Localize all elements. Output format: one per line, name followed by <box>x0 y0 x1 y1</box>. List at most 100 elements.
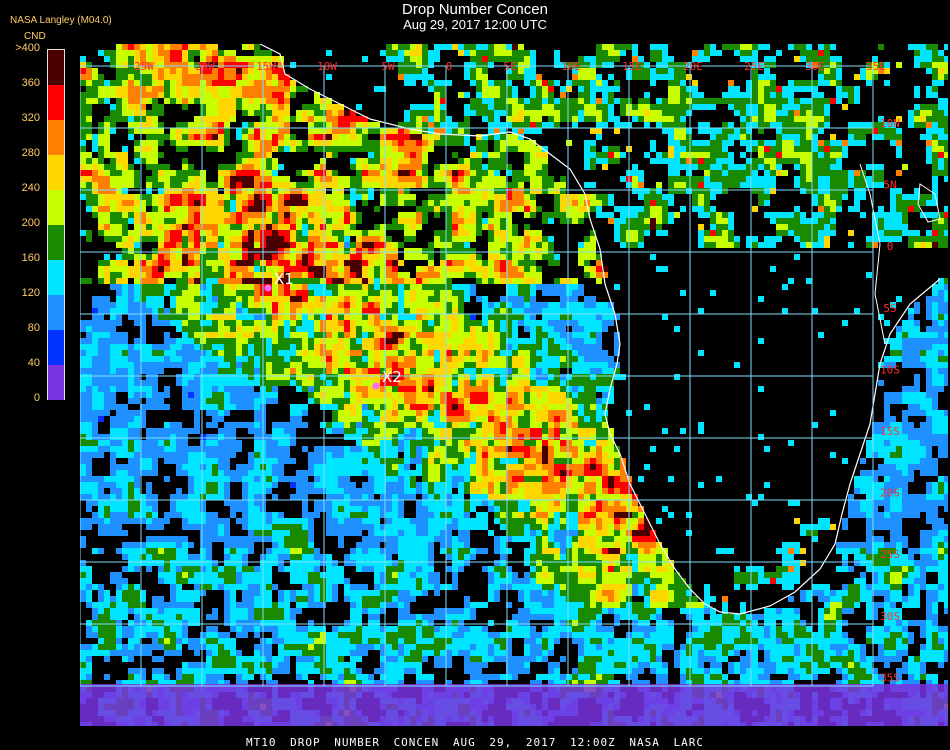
field-cell <box>866 128 872 134</box>
field-cell <box>122 194 128 200</box>
field-cell <box>314 326 320 332</box>
field-cell <box>116 350 122 356</box>
field-cell <box>326 176 332 182</box>
field-cell <box>740 176 746 182</box>
field-cell <box>494 350 500 356</box>
field-cell <box>290 194 296 200</box>
field-cell <box>566 86 572 92</box>
field-cell <box>938 284 944 290</box>
field-cell <box>356 146 362 152</box>
field-cell <box>434 290 440 296</box>
field-cell <box>332 308 338 314</box>
field-cell <box>578 242 584 248</box>
field-cell <box>128 308 134 314</box>
field-cell <box>818 170 824 176</box>
field-cell <box>422 104 428 110</box>
field-cell <box>728 92 734 98</box>
field-cell <box>224 122 230 128</box>
field-cell <box>404 68 410 74</box>
field-cell <box>530 116 536 122</box>
field-cell <box>830 98 836 104</box>
field-cell <box>332 212 338 218</box>
legend-label: 360 <box>21 77 40 89</box>
legend-swatch <box>48 50 64 85</box>
field-cell <box>236 338 242 344</box>
field-cell <box>926 326 932 332</box>
field-cell <box>932 140 938 146</box>
field-cell <box>176 50 182 56</box>
field-cell <box>458 176 464 182</box>
field-cell <box>248 68 254 74</box>
field-cell <box>230 164 236 170</box>
field-cell <box>566 200 572 206</box>
field-cell <box>158 278 164 284</box>
field-cell <box>518 236 524 242</box>
field-cell <box>314 230 320 236</box>
field-cell <box>686 86 692 92</box>
field-cell <box>464 140 470 146</box>
field-cell <box>86 152 92 158</box>
field-cell <box>932 56 938 62</box>
field-cell <box>824 206 830 212</box>
field-cell <box>806 224 812 230</box>
field-cell <box>530 62 536 68</box>
field-cell <box>482 80 488 86</box>
field-cell <box>482 266 488 272</box>
field-cell <box>206 344 212 350</box>
field-cell <box>284 242 290 248</box>
field-cell <box>428 146 434 152</box>
field-cell <box>554 50 560 56</box>
field-cell <box>356 140 362 146</box>
field-cell <box>248 170 254 176</box>
field-cell <box>194 236 200 242</box>
field-cell <box>434 86 440 92</box>
field-cell <box>464 206 470 212</box>
field-cell <box>542 122 548 128</box>
field-cell <box>938 140 944 146</box>
field-cell <box>926 68 932 74</box>
field-cell <box>530 152 536 158</box>
field-cell <box>176 254 182 260</box>
field-cell <box>284 314 290 320</box>
field-cell <box>326 50 332 56</box>
field-cell <box>344 146 350 152</box>
field-cell <box>158 188 164 194</box>
field-cell <box>206 188 212 194</box>
field-cell <box>794 80 800 86</box>
field-cell <box>422 170 428 176</box>
field-cell <box>386 266 392 272</box>
field-cell <box>122 278 128 284</box>
field-cell <box>98 350 104 356</box>
satellite-map[interactable]: 25W 20W 15W 10W 5W 0 5E 10E 15E 20E 25E 30E 35E10N5N… <box>80 44 948 726</box>
field-cell <box>554 212 560 218</box>
field-cell <box>566 110 572 116</box>
field-cell <box>434 44 440 50</box>
legend-swatch <box>48 120 64 155</box>
field-cell <box>284 344 290 350</box>
field-cell <box>428 116 434 122</box>
field-cell <box>662 122 668 128</box>
field-cell <box>578 356 584 362</box>
field-cell <box>242 212 248 218</box>
field-cell <box>152 236 158 242</box>
field-cell <box>248 98 254 104</box>
field-cell <box>404 152 410 158</box>
page-subtitle: Aug 29, 2017 12:00 UTC <box>403 17 547 32</box>
field-cell <box>770 104 776 110</box>
field-cell <box>932 50 938 56</box>
field-cell <box>302 338 308 344</box>
field-cell <box>104 218 110 224</box>
field-cell <box>206 290 212 296</box>
field-cell <box>92 350 98 356</box>
field-cell <box>554 344 560 350</box>
field-cell <box>824 200 830 206</box>
field-cell <box>536 92 542 98</box>
field-cell <box>434 332 440 338</box>
field-cell <box>338 254 344 260</box>
field-cell <box>758 122 764 128</box>
field-cell <box>86 230 92 236</box>
field-cell <box>812 110 818 116</box>
field-cell <box>182 308 188 314</box>
field-cell <box>362 320 368 326</box>
field-cell <box>674 74 680 80</box>
